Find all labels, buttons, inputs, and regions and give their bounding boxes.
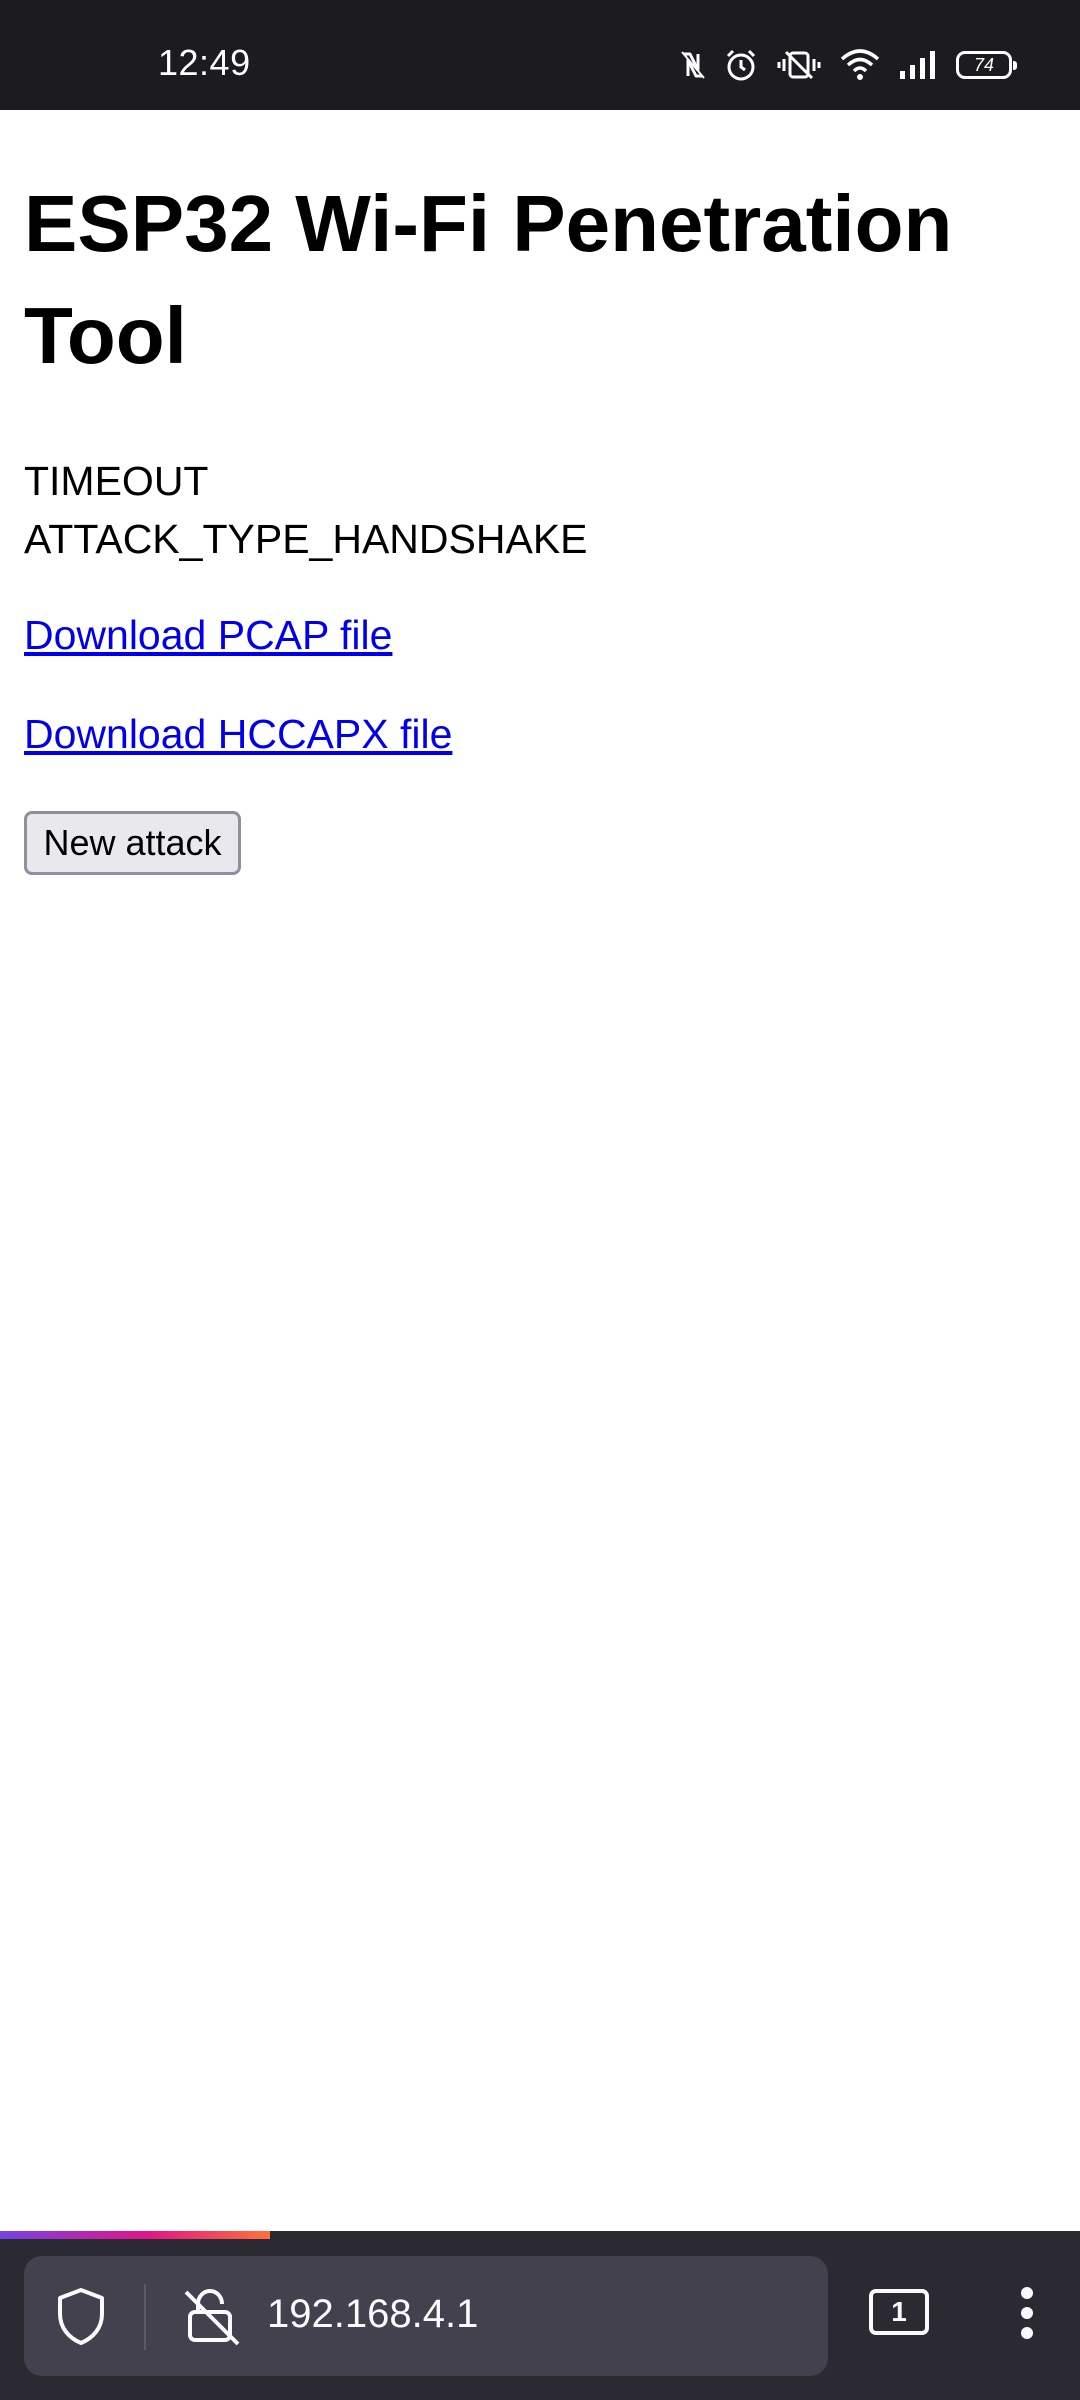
url-bar[interactable]: 192.168.4.1 <box>24 2256 828 2376</box>
alarm-icon <box>724 48 758 82</box>
shield-icon[interactable] <box>54 2286 108 2351</box>
status-bar: 12:49 74 <box>0 0 1080 110</box>
attack-status: TIMEOUT ATTACK_TYPE_HANDSHAKE <box>24 452 588 568</box>
signal-icon <box>898 49 938 81</box>
status-time: 12:49 <box>158 42 251 83</box>
battery-icon: 74 <box>956 51 1017 79</box>
wifi-icon <box>840 49 880 81</box>
tabs-button[interactable]: 1 <box>869 2289 929 2335</box>
download-pcap-link[interactable]: Download PCAP file <box>24 612 392 659</box>
new-attack-button[interactable]: New attack <box>24 811 241 875</box>
status-line-attack-type: ATTACK_TYPE_HANDSHAKE <box>24 516 588 562</box>
page-title: ESP32 Wi-Fi Penetration Tool <box>24 179 953 380</box>
nfc-icon <box>680 50 706 80</box>
insecure-lock-icon[interactable] <box>182 2286 242 2351</box>
status-line-result: TIMEOUT <box>24 458 209 504</box>
menu-icon[interactable] <box>1013 2283 1043 2343</box>
url-divider <box>144 2284 146 2350</box>
page-load-progress <box>0 2231 1080 2239</box>
vibrate-off-icon <box>776 50 822 80</box>
page-load-progress-fill <box>0 2231 270 2239</box>
url-text[interactable]: 192.168.4.1 <box>267 2292 478 2337</box>
download-hccapx-link[interactable]: Download HCCAPX file <box>24 711 452 758</box>
status-icons: 74 <box>680 48 1017 82</box>
web-page: ESP32 Wi-Fi Penetration Tool TIMEOUT ATT… <box>0 110 1080 2232</box>
browser-toolbar: 192.168.4.1 1 <box>0 2239 1080 2400</box>
